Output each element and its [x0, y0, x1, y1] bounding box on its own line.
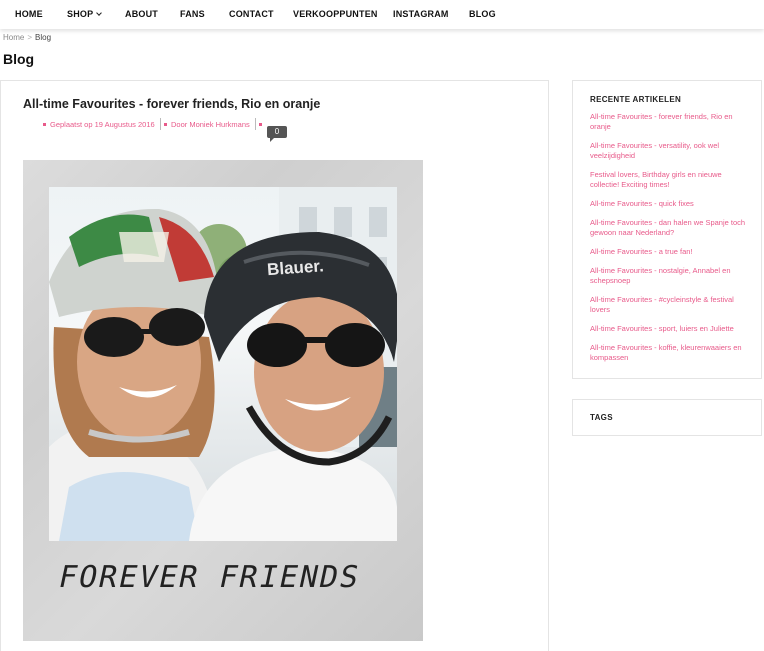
recent-article-link[interactable]: All-time Favourites - #cycleinstyle & fe… — [590, 295, 748, 315]
nav-home[interactable]: HOME — [15, 9, 43, 19]
selfie-illustration: Blauer. — [49, 187, 397, 541]
meta-divider — [255, 118, 256, 130]
page-title: Blog — [3, 51, 35, 67]
nav-verkooppunten[interactable]: VERKOOPPUNTEN — [293, 9, 378, 19]
meta-divider — [160, 118, 161, 130]
post-date: Geplaatst op 19 Augustus 2016 — [43, 120, 155, 129]
recent-article-link[interactable]: All-time Favourites - a true fan! — [590, 247, 748, 257]
comment-bubble-icon[interactable]: 0 — [267, 126, 287, 142]
nav-shop-label: SHOP — [67, 9, 94, 19]
post-comments-marker — [259, 120, 266, 129]
recent-article-link[interactable]: All-time Favourites - sport, luiers en J… — [590, 324, 748, 334]
recent-article-link[interactable]: All-time Favourites - dan halen we Spanj… — [590, 218, 748, 238]
post-image[interactable]: Blauer. FOREVER FRIENDS — [23, 160, 423, 641]
square-bullet-icon — [164, 123, 167, 126]
nav-blog[interactable]: BLOG — [469, 9, 496, 19]
main-navigation: HOME SHOP ABOUT FANS CONTACT VERKOOPPUNT… — [0, 0, 764, 29]
recent-articles-title: RECENTE ARTIKELEN — [590, 95, 682, 104]
breadcrumb-home[interactable]: Home — [3, 33, 24, 42]
post-date-text: Geplaatst op 19 Augustus 2016 — [50, 120, 155, 129]
breadcrumb: Home > Blog — [3, 33, 51, 42]
nav-about[interactable]: ABOUT — [125, 9, 158, 19]
post-title[interactable]: All-time Favourites - forever friends, R… — [23, 97, 320, 111]
recent-article-link[interactable]: All-time Favourites - koffie, kleurenwaa… — [590, 343, 748, 363]
post-author[interactable]: Door Moniek Hurkmans — [164, 120, 250, 129]
recent-articles-list: All-time Favourites - forever friends, R… — [590, 112, 748, 363]
square-bullet-icon — [259, 123, 262, 126]
recent-article-link[interactable]: Festival lovers, Birthday girls en nieuw… — [590, 170, 748, 190]
square-bullet-icon — [43, 123, 46, 126]
recent-article-link[interactable]: All-time Favourites - nostalgie, Annabel… — [590, 266, 748, 286]
nav-contact[interactable]: CONTACT — [229, 9, 274, 19]
recent-article-link[interactable]: All-time Favourites - quick fixes — [590, 199, 748, 209]
chevron-down-icon — [96, 10, 103, 16]
tags-title: TAGS — [590, 413, 613, 422]
recent-article-link[interactable]: All-time Favourites - forever friends, R… — [590, 112, 748, 132]
recent-article-link[interactable]: All-time Favourites - versatility, ook w… — [590, 141, 748, 161]
nav-fans[interactable]: FANS — [180, 9, 205, 19]
nav-shop[interactable]: SHOP — [67, 9, 103, 19]
post-author-text: Door Moniek Hurkmans — [171, 120, 250, 129]
tags-widget: TAGS — [572, 399, 762, 436]
breadcrumb-current: Blog — [35, 33, 52, 42]
svg-text:Blauer.: Blauer. — [266, 256, 324, 279]
polaroid-caption: FOREVER FRIENDS — [55, 560, 364, 595]
nav-instagram[interactable]: INSTAGRAM — [393, 9, 449, 19]
selfie-photo: Blauer. — [49, 187, 397, 541]
recent-articles-widget: RECENTE ARTIKELEN All-time Favourites - … — [572, 80, 762, 379]
breadcrumb-separator: > — [27, 33, 33, 42]
